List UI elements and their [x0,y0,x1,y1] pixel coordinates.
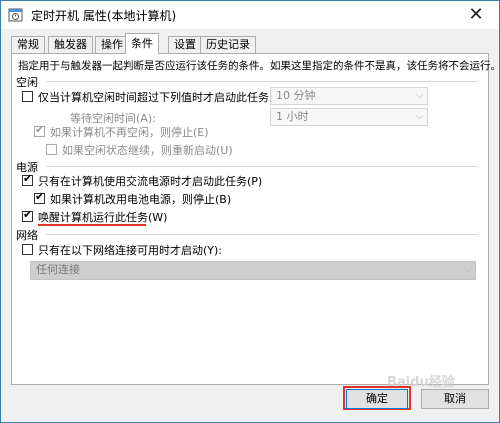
ac-only-checkbox[interactable]: ✔ [22,172,33,186]
start-if-idle-label: 仅当计算机空闲时间超过下列值时才启动此任务(C): [38,91,289,104]
highlight-underline [38,224,146,226]
tab-history[interactable]: 历史记录 [200,36,256,53]
restart-if-idle-checkbox[interactable] [46,144,57,155]
idle-time-value: 10 分钟 [276,89,316,102]
network-section-header: 网络 [12,227,488,242]
wait-time-value: 1 小时 [276,110,309,123]
chevron-down-icon: ⌵ [416,91,423,101]
stop-if-not-idle-label: 如果计算机不再空闲，则停止(E) [50,126,209,139]
tab-actions[interactable]: 操作 [95,36,129,53]
checkmark-icon: ✔ [23,208,33,221]
window-title: 定时开机 属性(本地计算机) [31,9,177,23]
network-only-label: 只有在以下网络连接可用时才启动(Y): [38,244,223,257]
ok-button[interactable]: 确定 [346,389,408,409]
checkmark-icon: ✔ [35,190,45,203]
baidu-watermark: Baidu经验 [387,375,455,390]
stop-if-not-idle-checkbox[interactable]: ✔ [34,123,45,137]
task-scheduler-icon [8,8,23,22]
wait-time-combo[interactable]: 1 小时 ⌵ [270,108,428,126]
wake-to-run-checkbox[interactable]: ✔ [22,208,33,222]
network-connection-value: 任何连接 [36,263,80,276]
power-section-header: 电源 [12,159,488,174]
restart-if-idle-label: 如果空闲状态继续，则重新启动(U) [62,144,233,157]
ac-only-label: 只有在计算机使用交流电源时才启动此任务(P) [38,175,263,188]
checkmark-icon: ✔ [35,123,45,136]
idle-section-label: 空闲 [16,76,38,89]
stop-on-battery-label: 如果计算机改用电池电源，则停止(B) [50,193,232,206]
tab-general[interactable]: 常规 [11,36,45,53]
cancel-button[interactable]: 取消 [421,389,489,409]
idle-time-combo[interactable]: 10 分钟 ⌵ [270,87,428,105]
wake-to-run-label: 唤醒计算机运行此任务(W) [38,211,168,224]
close-button[interactable]: ✕ [457,3,495,27]
network-section-label: 网络 [16,229,38,242]
section-divider [46,166,478,167]
chevron-down-icon: ⌵ [464,265,471,275]
properties-dialog: 定时开机 属性(本地计算机) ✕ 常规 触发器 操作 条件 设置 历史记录 指定… [0,0,500,423]
stop-on-battery-checkbox[interactable]: ✔ [34,190,45,204]
checkmark-icon: ✔ [23,172,33,185]
description-text: 指定用于与触发器一起判断是否应运行该任务的条件。如果这里指定的条件不是真，该任务… [18,60,500,72]
section-divider [46,234,478,235]
network-only-checkbox[interactable] [22,244,33,255]
network-connection-combo[interactable]: 任何连接 ⌵ [30,261,476,280]
tab-conditions[interactable]: 条件 [125,33,159,54]
conditions-panel: 指定用于与触发器一起判断是否应运行该任务的条件。如果这里指定的条件不是真，该任务… [11,53,499,385]
chevron-down-icon: ⌵ [416,112,423,122]
start-if-idle-checkbox[interactable] [22,91,33,102]
idle-section-header: 空闲 [12,74,488,89]
section-divider [46,81,478,82]
tab-triggers[interactable]: 触发器 [48,36,93,53]
tab-settings[interactable]: 设置 [168,36,202,53]
title-bar: 定时开机 属性(本地计算机) ✕ [1,1,499,29]
